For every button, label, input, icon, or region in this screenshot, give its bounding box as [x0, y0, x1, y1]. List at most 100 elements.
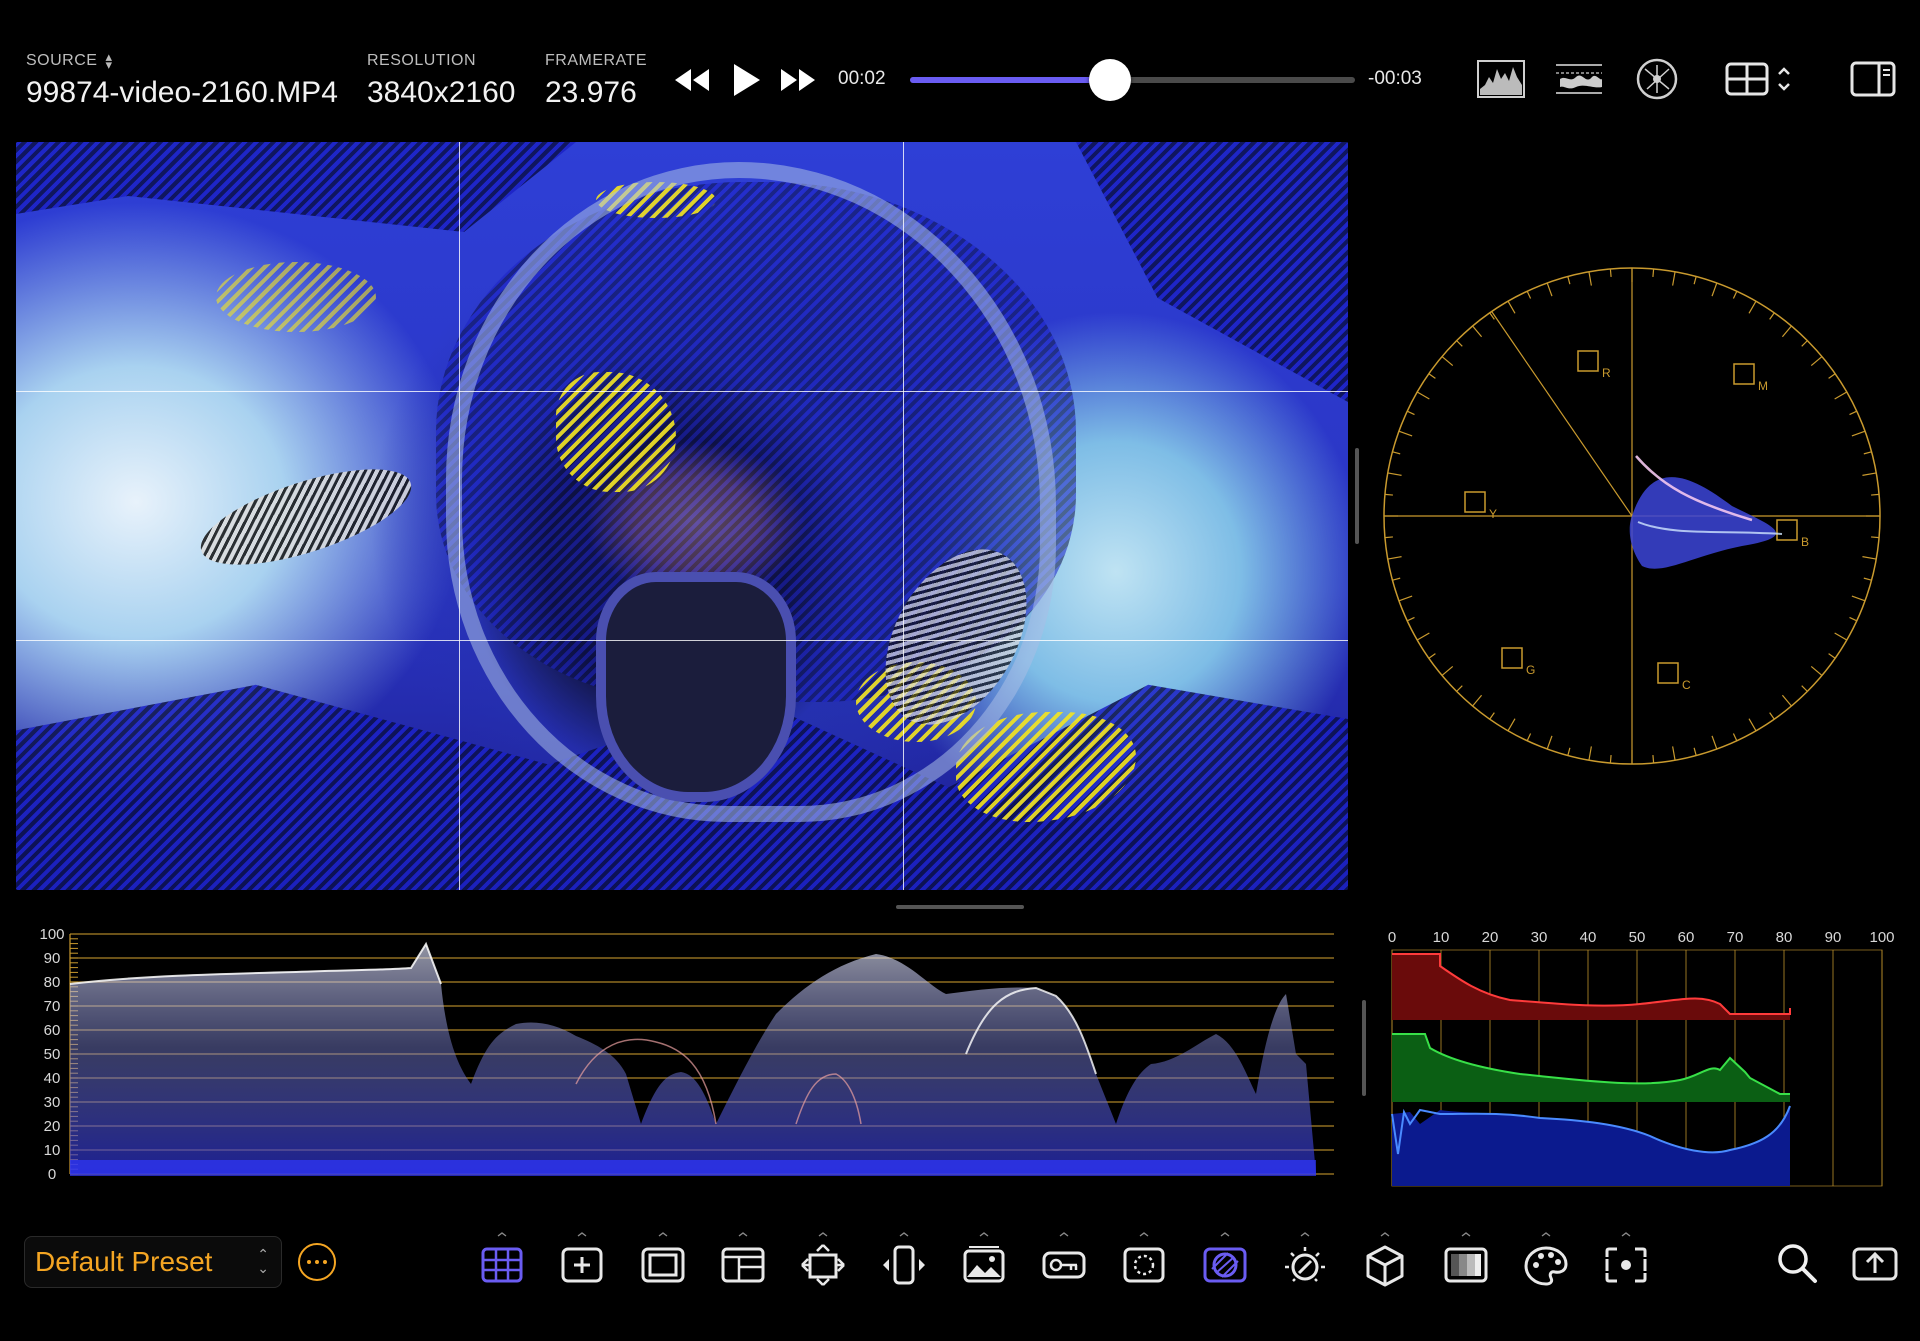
chevron-up-icon[interactable] — [577, 1232, 587, 1237]
vectorscope-tick — [1398, 595, 1413, 602]
vectorscope-toggle-button[interactable] — [1634, 56, 1680, 102]
helmet-mouthguard — [596, 572, 796, 802]
source-selector-icon[interactable]: ▴ ▾ — [105, 50, 112, 71]
add-overlay-icon — [561, 1247, 603, 1283]
vectorscope-tick — [1387, 556, 1402, 560]
more-options-button[interactable] — [298, 1243, 336, 1281]
chevron-up-icon[interactable] — [658, 1232, 668, 1237]
waveform-scale-label: 50 — [44, 1046, 61, 1063]
export-button[interactable] — [1852, 1240, 1898, 1286]
vectorscope-tick — [1781, 694, 1792, 707]
transform-icon — [801, 1244, 846, 1286]
vectorscope-tick — [1711, 282, 1718, 297]
preset-name: Default Preset — [35, 1246, 213, 1277]
layout-grid-icon — [1725, 62, 1790, 96]
histogram-green-channel — [1392, 1033, 1790, 1102]
vectorscope-target — [1733, 363, 1755, 385]
histogram-toggle-button[interactable] — [1476, 56, 1526, 102]
histogram-scale-label: 90 — [1825, 929, 1842, 946]
vectorscope-tick — [1810, 356, 1823, 367]
grid-line — [903, 142, 904, 890]
vectorscope-tick — [1588, 271, 1592, 286]
palette-tool-button[interactable] — [1518, 1232, 1574, 1292]
fast-forward-button[interactable] — [776, 58, 820, 102]
vectorscope-tick — [1801, 340, 1808, 347]
sidebar-toggle-icon — [1850, 61, 1896, 97]
split-view-icon — [882, 1245, 925, 1285]
chevron-up-icon[interactable] — [1300, 1232, 1310, 1237]
vectorscope-tick — [1428, 373, 1436, 379]
timeline-scrubber[interactable] — [910, 59, 1355, 101]
chevron-up-icon[interactable] — [1621, 1232, 1631, 1237]
histogram-scale-label: 80 — [1776, 929, 1793, 946]
chevron-up-icon[interactable] — [1541, 1232, 1551, 1237]
chevron-updown-icon: ⌃ ⌄ — [257, 1246, 269, 1276]
chevron-up-icon[interactable] — [979, 1232, 989, 1237]
false-color-tool-button[interactable] — [1197, 1232, 1253, 1292]
chevron-up-icon[interactable] — [1220, 1232, 1230, 1237]
framerate-block: FRAMERATE 23.976 — [545, 52, 647, 110]
chevron-up-icon[interactable] — [1139, 1232, 1149, 1237]
rewind-icon — [675, 69, 709, 91]
preset-selector[interactable]: Default Preset ⌃ ⌄ — [24, 1236, 282, 1288]
frame-layout-tool-button[interactable] — [715, 1232, 771, 1292]
transform-tool-button[interactable] — [795, 1232, 851, 1292]
histogram-panel: 0 10 20 30 40 50 60 70 80 90 100 — [1388, 929, 1895, 1187]
chevron-up-icon[interactable] — [818, 1232, 828, 1237]
histogram-red-channel — [1392, 953, 1791, 1020]
play-button[interactable] — [724, 58, 768, 102]
exposure-tool-button[interactable] — [1277, 1232, 1333, 1292]
split-view-tool-button[interactable] — [876, 1232, 932, 1292]
vectorscope-tick — [1652, 268, 1655, 277]
vectorscope-tick — [1834, 632, 1848, 641]
rewind-button[interactable] — [670, 58, 714, 102]
vectorscope-tick — [1441, 356, 1454, 367]
vectorscope-tick — [1441, 665, 1454, 676]
sidebar-toggle-button[interactable] — [1850, 56, 1896, 102]
grid-overlay-tool-button[interactable] — [474, 1232, 530, 1292]
chevron-up-icon[interactable] — [899, 1232, 909, 1237]
add-overlay-tool-button[interactable] — [554, 1232, 610, 1292]
framerate-label: FRAMERATE — [545, 52, 647, 69]
export-icon — [1852, 1247, 1898, 1281]
waveform-scale-label: 30 — [44, 1094, 61, 1111]
focus-peaking-icon — [1605, 1247, 1647, 1283]
lut-cube-tool-button[interactable] — [1357, 1232, 1413, 1292]
focus-peaking-tool-button[interactable] — [1598, 1232, 1654, 1292]
zoom-button[interactable] — [1774, 1240, 1820, 1286]
layout-selector-button[interactable] — [1724, 56, 1798, 102]
resolution-block: RESOLUTION 3840x2160 — [367, 52, 515, 110]
vectorscope-tick — [1851, 595, 1866, 602]
panel-resize-handle[interactable] — [1362, 1000, 1366, 1096]
grid-overlay-icon — [481, 1247, 523, 1283]
waveform-icon — [1556, 64, 1602, 94]
top-bar: SOURCE ▴ ▾ 99874-video-2160.MP4 RESOLUTIO… — [0, 0, 1920, 140]
vectorscope-tick — [1672, 271, 1676, 286]
vectorscope-tick — [1828, 653, 1836, 659]
chevron-up-icon[interactable] — [1461, 1232, 1471, 1237]
source-block[interactable]: SOURCE ▴ ▾ 99874-video-2160.MP4 — [26, 50, 338, 110]
image-overlay-tool-button[interactable] — [956, 1232, 1012, 1292]
chevron-up-icon[interactable] — [1380, 1232, 1390, 1237]
source-label: SOURCE — [26, 52, 98, 69]
waveform-floor-glow — [70, 1160, 1316, 1176]
video-viewer[interactable] — [16, 142, 1348, 890]
histogram-scale-label: 60 — [1678, 929, 1695, 946]
vectorscope-tick — [1849, 410, 1858, 416]
waveform-scale-label: 0 — [48, 1166, 56, 1183]
chevron-up-icon[interactable] — [1059, 1232, 1069, 1237]
gradient-tool-button[interactable] — [1438, 1232, 1494, 1292]
key-tool-button[interactable] — [1036, 1232, 1092, 1292]
grid-line — [459, 142, 460, 890]
panel-resize-handle[interactable] — [1355, 448, 1359, 544]
safe-area-tool-button[interactable] — [635, 1232, 691, 1292]
mask-tool-button[interactable] — [1116, 1232, 1172, 1292]
panel-resize-handle[interactable] — [896, 905, 1024, 909]
mask-icon — [1123, 1247, 1165, 1283]
chevron-up-icon[interactable] — [497, 1232, 507, 1237]
waveform-toggle-button[interactable] — [1554, 56, 1604, 102]
scrubber-handle[interactable] — [1089, 59, 1132, 101]
vectorscope-target-label: C — [1682, 678, 1691, 692]
chevron-up-icon[interactable] — [738, 1232, 748, 1237]
frame-layout-icon — [721, 1247, 765, 1283]
